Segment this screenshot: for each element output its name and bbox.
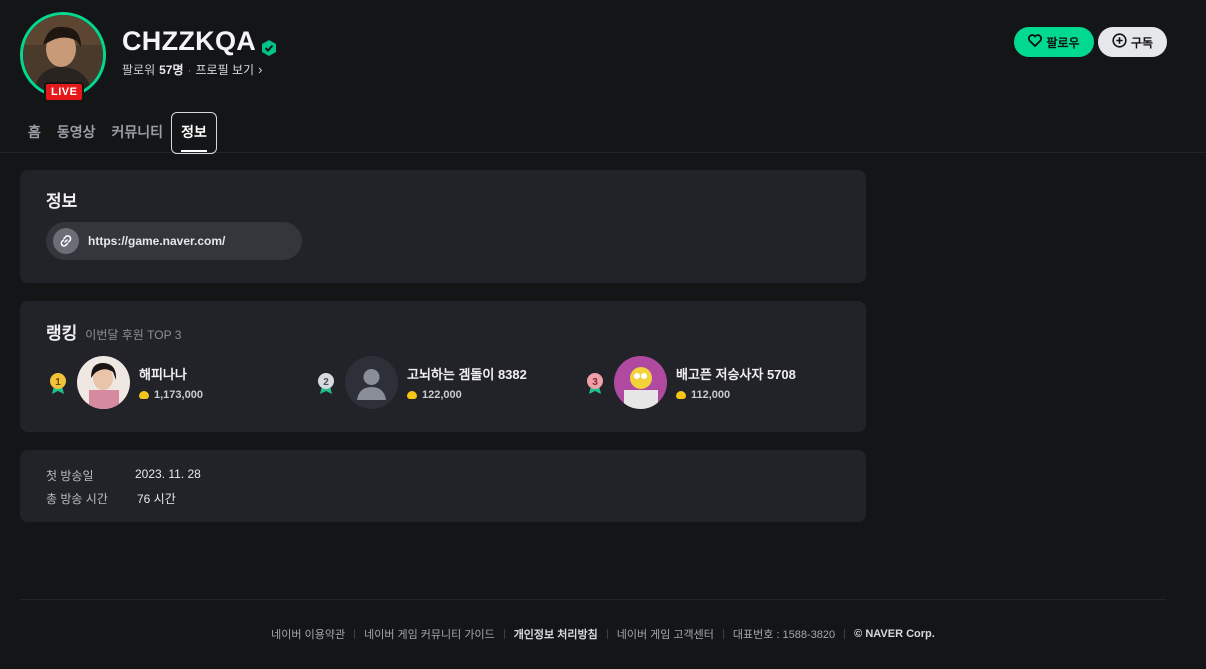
first-broadcast-value: 2023. 11. 28	[135, 467, 201, 481]
tab-info[interactable]: 정보	[171, 112, 217, 154]
footer-separator	[722, 629, 724, 639]
donor-name: 고뇌하는 겜돌이 8382	[407, 367, 527, 382]
total-time-value: 76 시간	[137, 492, 176, 506]
footer: 네이버 이용약관 네이버 게임 커뮤니티 가이드 개인정보 처리방침 네이버 게…	[0, 626, 1206, 642]
ranking-card: 랭킹 이번달 후원 TOP 3 1 해피나나 1,173,000 2 고뇌하는 …	[20, 301, 866, 432]
link-icon	[53, 228, 79, 254]
tab-videos[interactable]: 동영상	[49, 113, 104, 153]
rank-item[interactable]: 2 고뇌하는 겜돌이 8382 122,000	[316, 356, 527, 409]
footer-separator	[503, 629, 505, 639]
donation-amount: 112,000	[676, 389, 796, 401]
verified-badge-icon	[260, 33, 278, 56]
amount-value: 1,173,000	[154, 389, 203, 401]
donor-name: 배고픈 저승사자 5708	[676, 367, 796, 382]
footer-link-terms[interactable]: 네이버 이용약관	[271, 626, 345, 642]
info-title: 정보	[46, 192, 78, 211]
total-time-row: 총 방송 시간 76 시간	[46, 490, 176, 507]
bronze-medal-icon: 3	[585, 371, 605, 395]
tab-home[interactable]: 홈	[20, 113, 49, 153]
follower-label: 팔로워	[122, 63, 156, 77]
ranking-subtitle: 이번달 후원 TOP 3	[85, 328, 182, 342]
donation-amount: 122,000	[407, 389, 527, 401]
gold-medal-icon: 1	[48, 371, 68, 395]
separator-dot: ·	[187, 62, 192, 77]
svg-text:1: 1	[55, 377, 61, 388]
footer-separator	[606, 629, 608, 639]
tab-community[interactable]: 커뮤니티	[104, 113, 172, 153]
footer-link-privacy[interactable]: 개인정보 처리방침	[514, 626, 598, 642]
amount-value: 122,000	[422, 389, 462, 401]
footer-separator	[844, 629, 846, 639]
link-url: https://game.naver.com/	[88, 234, 226, 248]
donor-avatar	[77, 356, 130, 409]
donor-name: 해피나나	[139, 367, 187, 382]
info-card: 정보 https://game.naver.com/	[20, 170, 866, 283]
subscribe-button[interactable]: 구독	[1098, 27, 1167, 57]
subscribe-label: 구독	[1130, 35, 1154, 50]
ranking-title: 랭킹	[46, 324, 78, 343]
footer-link-guide[interactable]: 네이버 게임 커뮤니티 가이드	[364, 626, 495, 642]
footer-link-support[interactable]: 네이버 게임 고객센터	[617, 626, 714, 642]
total-time-label: 총 방송 시간	[46, 492, 108, 506]
channel-tabs: 홈 동영상 커뮤니티 정보	[20, 112, 217, 154]
channel-name: CHZZKQA	[122, 26, 257, 56]
follow-button[interactable]: 팔로우	[1014, 27, 1094, 57]
footer-separator	[354, 629, 356, 639]
live-badge: LIVE	[44, 82, 85, 102]
footer-phone: 대표번호 : 1588-3820	[732, 629, 836, 641]
svg-text:3: 3	[592, 377, 598, 388]
silver-medal-icon: 2	[316, 371, 336, 395]
first-broadcast-label: 첫 방송일	[46, 469, 94, 483]
rank-item[interactable]: 1 해피나나 1,173,000	[48, 356, 203, 409]
channel-avatar[interactable]: LIVE	[20, 12, 106, 102]
donor-avatar	[614, 356, 667, 409]
follower-count: 57명	[159, 63, 184, 77]
footer-divider	[20, 599, 1166, 600]
follow-label: 팔로우	[1046, 35, 1080, 50]
footer-copyright: © NAVER Corp.	[854, 628, 935, 640]
donor-avatar	[345, 356, 398, 409]
ranking-header: 랭킹 이번달 후원 TOP 3	[46, 319, 181, 344]
amount-value: 112,000	[691, 389, 731, 401]
rank-item[interactable]: 3 배고픈 저승사자 5708 112,000	[585, 356, 796, 409]
plus-circle-icon	[1112, 33, 1127, 51]
cheese-icon	[676, 391, 686, 399]
donation-amount: 1,173,000	[139, 389, 203, 401]
first-broadcast-row: 첫 방송일 2023. 11. 28	[46, 467, 201, 484]
cheese-icon	[139, 391, 149, 399]
follower-line: 팔로워 57명 · 프로필 보기 ›	[122, 61, 262, 78]
channel-name-row: CHZZKQA	[122, 26, 278, 57]
channel-header: LIVE CHZZKQA 팔로워 57명 · 프로필 보기 › 팔로우 구독 홈…	[0, 0, 1206, 154]
profile-link[interactable]: 프로필 보기	[196, 61, 255, 78]
cheese-icon	[407, 391, 417, 399]
heart-icon	[1028, 34, 1043, 50]
stats-card: 첫 방송일 2023. 11. 28 총 방송 시간 76 시간	[20, 450, 866, 522]
external-link[interactable]: https://game.naver.com/	[46, 222, 302, 260]
chevron-right-icon: ›	[258, 62, 263, 77]
svg-text:2: 2	[323, 377, 329, 388]
